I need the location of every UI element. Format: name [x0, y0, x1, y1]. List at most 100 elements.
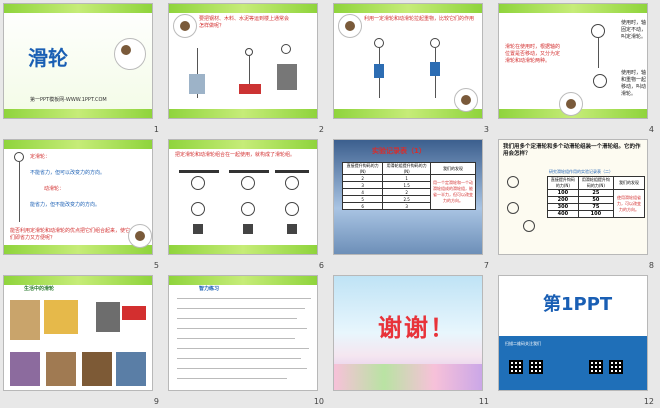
table-header: 直接提升钩码的力(N)	[341, 162, 384, 175]
table-finding: 使用滑轮组省力，可以改变力的方向。	[613, 189, 645, 218]
slide-1-title: 滑轮	[28, 46, 68, 70]
slide-thumbnail-11[interactable]: 谢谢！ 11	[330, 272, 495, 408]
flagpole-photo	[96, 302, 120, 332]
table-cell: 200	[547, 196, 579, 204]
slide-8-table-title: 研究滑轮组作用的实验记录表（二）	[549, 169, 613, 174]
table-cell: 50	[577, 196, 615, 204]
slide-number: 5	[153, 261, 159, 270]
pulley-icon	[507, 202, 519, 214]
pulley-icon	[191, 176, 205, 190]
slide-number: 11	[478, 397, 489, 406]
slide-10-title: 智力练习	[199, 286, 220, 292]
pulley-icon	[281, 44, 291, 54]
slide-thumbnail-6[interactable]: 把定滑轮和动滑轮组合在一起使用，就构成了滑轮组。 6	[165, 136, 330, 272]
pulley-icon	[507, 176, 519, 188]
crane-photo	[10, 300, 40, 340]
slide-5-text-2: 不能省力，但可以改变力的方向。	[30, 170, 106, 176]
slide-6-text: 把定滑轮和动滑轮组合在一起使用，就构成了滑轮组。	[175, 152, 296, 158]
table-header: 用滑轮组提升钩码的力(N)	[577, 176, 615, 190]
slide-5-text-5: 能否利用定滑轮和动滑轮的优点把它们组合起来，使它们即省力又方便呢？	[10, 228, 131, 241]
table-header: 用滑轮组提升钩码的力(N)	[382, 162, 431, 175]
sheep-icon	[114, 38, 146, 70]
spring-scale-icon	[430, 62, 440, 76]
table-cell: 1.5	[382, 181, 431, 189]
table-cell: 3	[341, 181, 384, 189]
table-cell: 5	[341, 195, 384, 203]
spring-scale-icon	[374, 64, 384, 78]
pulley-icon	[245, 48, 253, 56]
record-table-2: 直接提升钩码的力(N) 用滑轮组提升钩码的力(N) 我们的发现 100 25 使用…	[547, 176, 645, 218]
table-cell: 4	[341, 188, 384, 196]
table-cell: 100	[547, 189, 579, 197]
qr-code-icon	[589, 360, 603, 374]
slide-number: 7	[483, 261, 489, 270]
slide-thumbnail-3[interactable]: 利用一定滑轮和动滑轮拉起重物，比较它们的作用 3	[330, 0, 495, 136]
slide-number: 12	[643, 397, 654, 406]
slide-12-footer: 扫描二维码关注我们	[505, 341, 541, 346]
pulley-icon	[285, 176, 299, 190]
sheep-icon	[173, 14, 197, 38]
qr-code-icon	[509, 360, 523, 374]
table-cell: 300	[547, 203, 579, 211]
slide-number: 2	[318, 125, 324, 134]
slide-9-title: 生活中的滑轮	[24, 286, 55, 292]
slide-11-title: 谢谢！	[378, 313, 456, 342]
slide-number: 3	[483, 125, 489, 134]
table-cell: 2.5	[382, 195, 431, 203]
table-cell: 3	[382, 202, 431, 210]
photo-tile	[10, 352, 40, 386]
slide-thumbnail-8[interactable]: 我们用多个定滑轮和多个动滑轮组装一个滑轮组。它的作用会怎样？ 研究滑轮组作用的实…	[495, 136, 660, 272]
slide-thumbnail-10[interactable]: 智力练习 10	[165, 272, 330, 408]
slide-4-text-3: 使用时，轴和重物一起移动，叫动滑轮。	[621, 70, 647, 97]
record-table-1: 直接提升钩码的力(N) 用滑轮组提升钩码的力(N) 我们的发现 21 用一个定滑…	[341, 162, 476, 210]
slide-number: 4	[648, 125, 654, 134]
table-cell: 6	[341, 202, 384, 210]
photo-tile	[46, 352, 76, 386]
slide-5-text-4: 能省力，但不能改变力的方向。	[30, 202, 101, 208]
pulley-icon	[191, 202, 205, 216]
motorbike-figure	[239, 84, 261, 94]
sheep-icon	[338, 14, 362, 38]
pulley-icon	[285, 202, 299, 216]
pulley-icon	[593, 74, 607, 88]
sheep-icon	[454, 88, 478, 112]
pulley-icon	[241, 202, 255, 216]
slide-number: 9	[153, 397, 159, 406]
table-cell: 2	[382, 188, 431, 196]
pulley-rig-figure	[277, 64, 297, 90]
slide-thumbnail-12[interactable]: 第1PPT 扫描二维码关注我们 12	[495, 272, 660, 408]
slide-thumbnail-2[interactable]: 要把钢材、木料、水泥等运到楼上通常会怎样做呢？ 2	[165, 0, 330, 136]
slide-7-title: 实验记录表（1）	[372, 147, 426, 155]
brand-logo: 第1PPT	[543, 294, 613, 315]
boy-figure	[44, 300, 78, 334]
table-header: 我们的发现	[613, 176, 645, 190]
table-finding: 用一个定滑轮和一个动滑轮组成的滑轮组，能省一半力，但可以改变力的方向。	[430, 174, 476, 210]
slide-2-text: 要把钢材、木料、水泥等运到楼上通常会怎样做呢？	[199, 16, 290, 29]
slide-number: 8	[648, 261, 654, 270]
qr-code-icon	[609, 360, 623, 374]
worker-figure	[189, 74, 205, 94]
slide-1-subtitle: 第一PPT模板网-WWW.1PPT.COM	[30, 97, 107, 103]
slide-thumbnail-9[interactable]: 生活中的滑轮 9	[0, 272, 165, 408]
slide-thumbnail-7[interactable]: 实验记录表（1） 直接提升钩码的力(N) 用滑轮组提升钩码的力(N) 我们的发现…	[330, 136, 495, 272]
table-header: 我们的发现	[430, 162, 476, 175]
table-cell: 75	[577, 203, 615, 211]
slide-thumbnail-4[interactable]: 使用时，轴固定不动，叫定滑轮。 滑轮在使用时，根据轴的位置是否移动，又分为定滑轮…	[495, 0, 660, 136]
photo-tile	[82, 352, 112, 386]
slide-5-text-1: 定滑轮：	[30, 154, 51, 160]
sheep-icon	[128, 224, 152, 248]
table-cell: 2	[341, 174, 384, 182]
slide-thumbnail-5[interactable]: 定滑轮： 不能省力，但可以改变力的方向。 动滑轮： 能省力，但不能改变力的方向。…	[0, 136, 165, 272]
slide-3-text: 利用一定滑轮和动滑轮拉起重物，比较它们的作用	[364, 16, 475, 22]
table-cell: 1	[382, 174, 431, 182]
flower-field	[334, 364, 482, 390]
pulley-icon	[14, 152, 24, 162]
slide-number: 6	[318, 261, 324, 270]
table-cell: 400	[547, 210, 579, 218]
slide-4-text-1: 滑轮在使用时，根据轴的位置是否移动，又分为定滑轮和动滑轮两种。	[505, 44, 561, 64]
pulley-icon	[523, 220, 535, 232]
slide-grid: 滑轮 第一PPT模板网-WWW.1PPT.COM 1 要把钢材、木料、水泥等运到…	[0, 0, 660, 408]
table-cell: 25	[577, 189, 615, 197]
table-cell: 100	[577, 210, 615, 218]
slide-thumbnail-1[interactable]: 滑轮 第一PPT模板网-WWW.1PPT.COM 1	[0, 0, 165, 136]
